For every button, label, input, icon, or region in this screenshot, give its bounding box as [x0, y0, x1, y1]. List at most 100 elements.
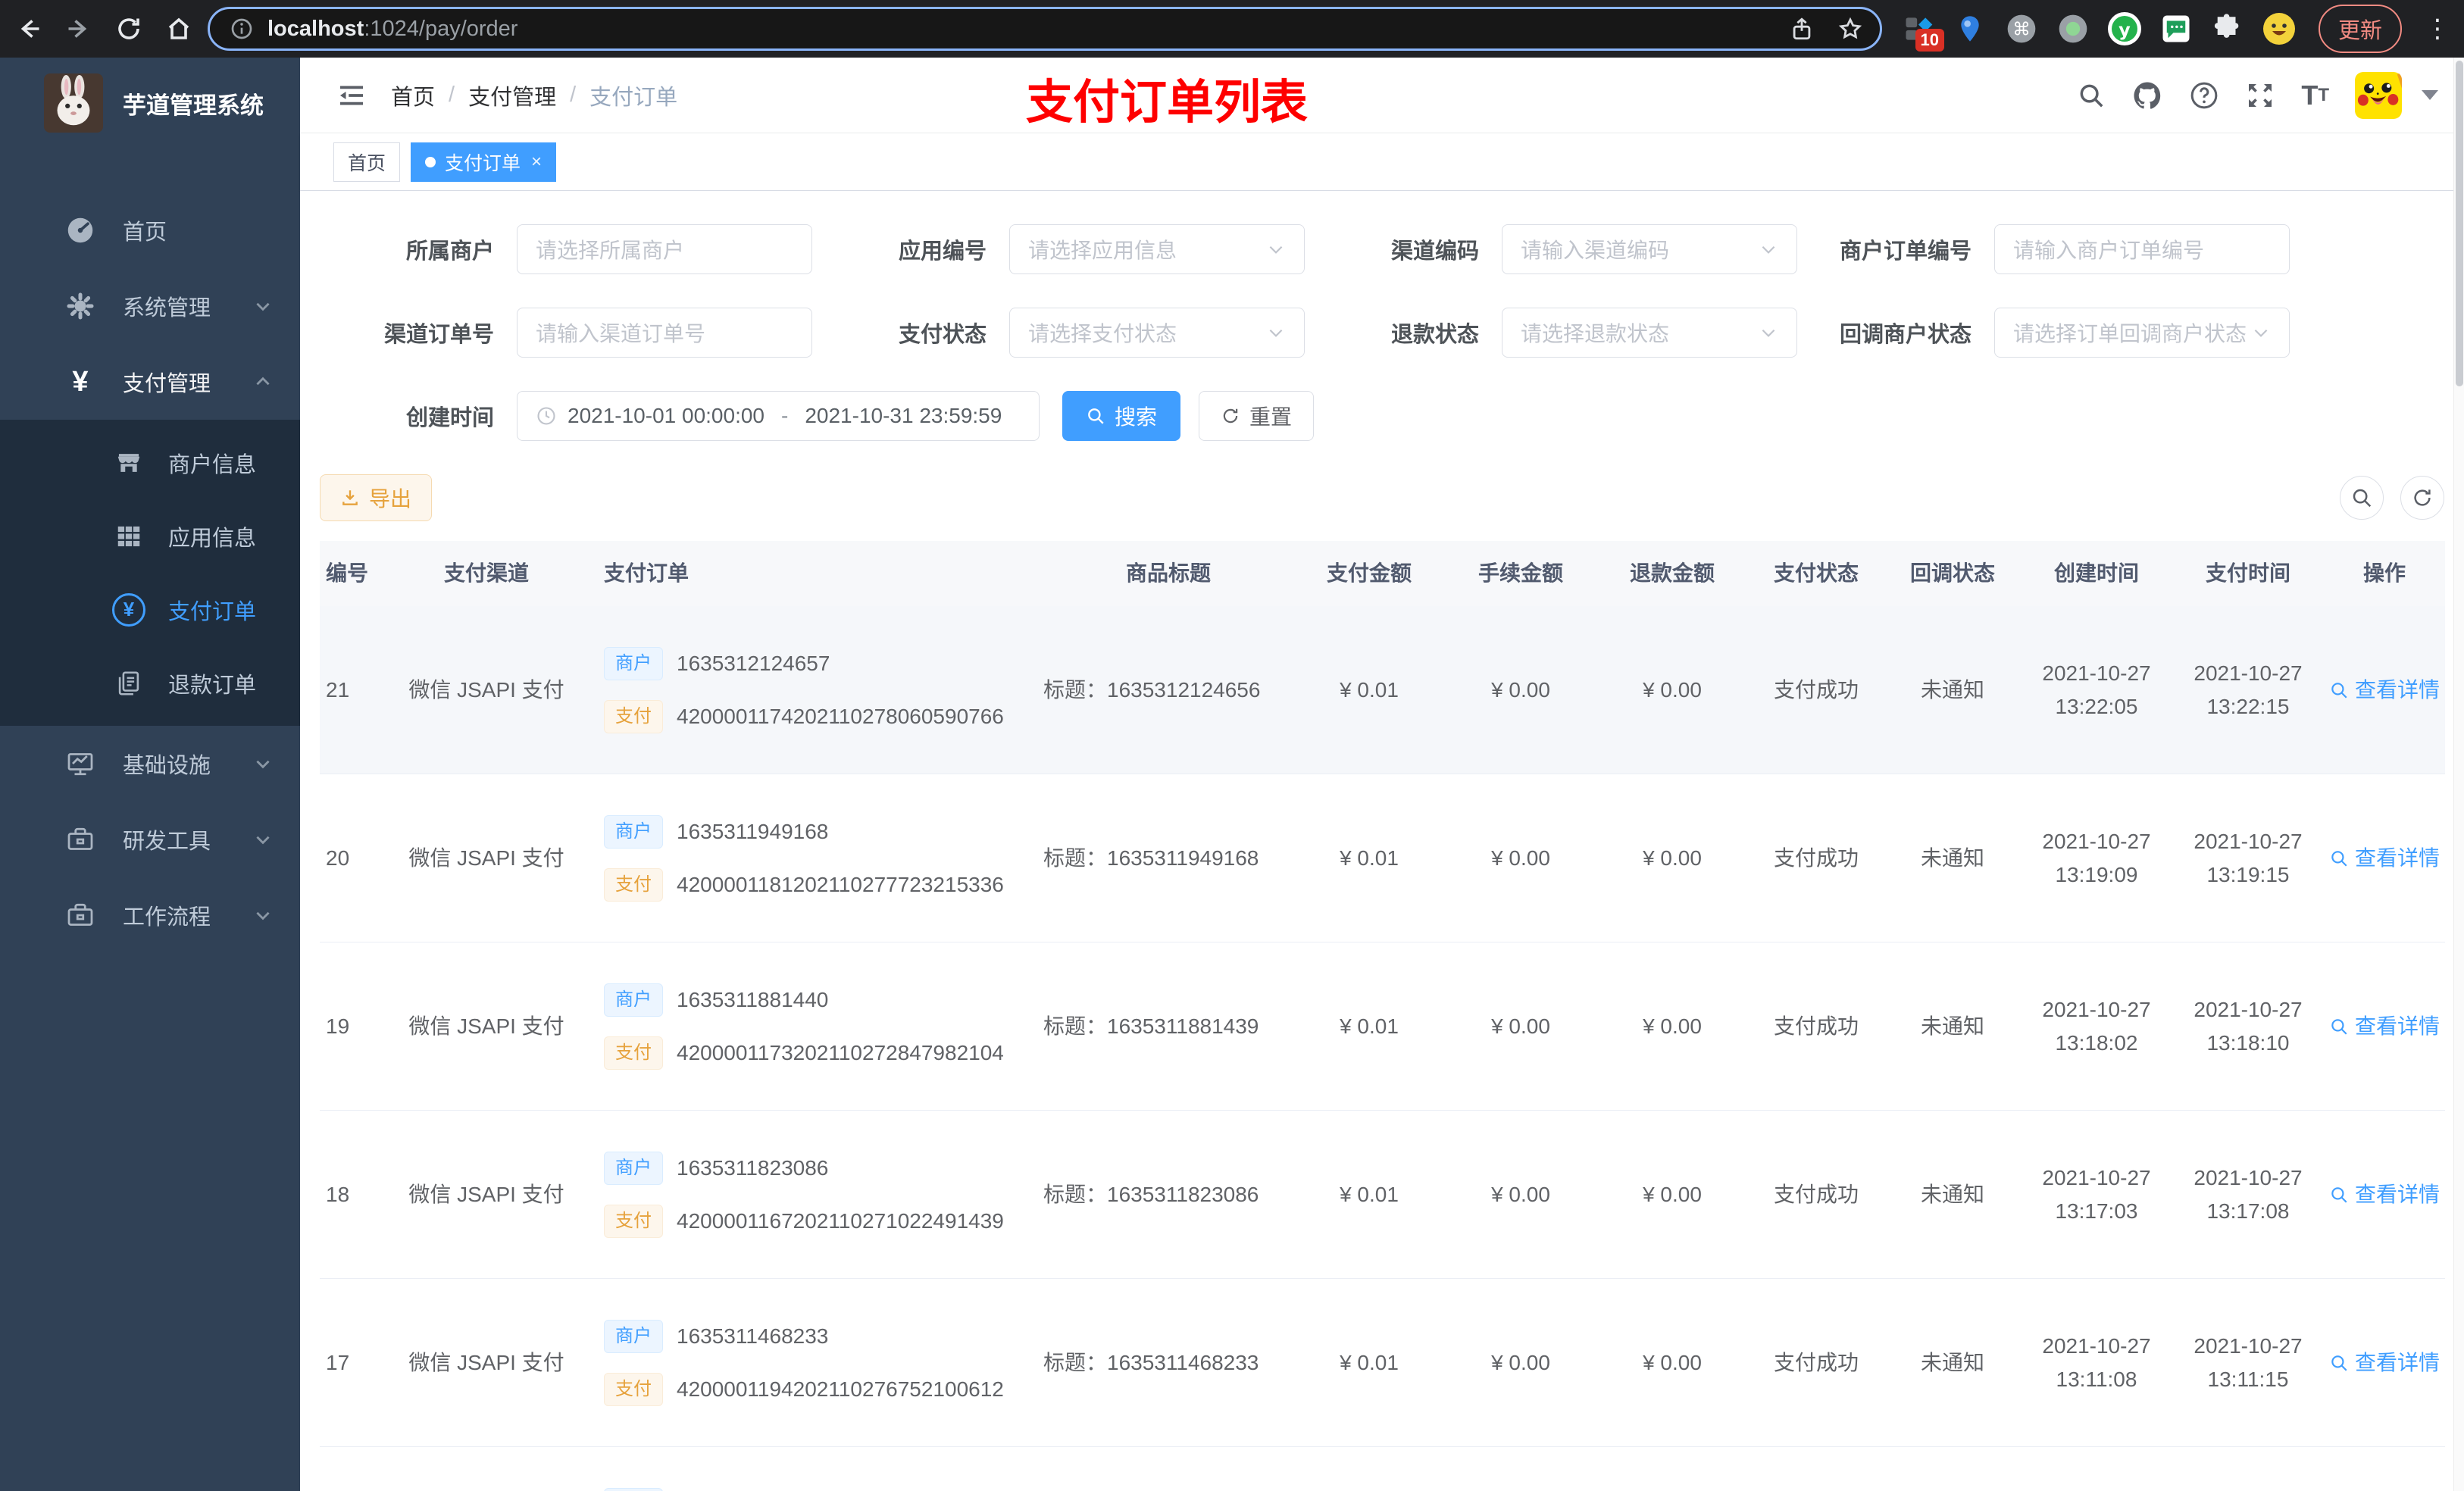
sidebar-item-home[interactable]: 首页 — [0, 192, 300, 268]
cell-pay-time: 2021-10-27 13:11:15 — [2194, 1333, 2303, 1391]
pay-tag: 支付 — [604, 1036, 663, 1070]
browser-forward-button[interactable] — [64, 14, 94, 44]
cell-create-time: 2021-10-27 13:11:08 — [2042, 1333, 2151, 1391]
cell-order-id: 17 — [326, 1350, 350, 1374]
table-row[interactable]: 商户1635311251796 支付 标题： 查看详情 — [320, 1447, 2445, 1491]
sidebar: 芋道管理系统 首页 系统管理 ¥ 支付管理 商户信息 应用信息 ¥ 支付订单 退… — [0, 58, 300, 1491]
sidebar-item-app-info[interactable]: 应用信息 — [0, 499, 300, 573]
cell-product-title: 标题： 1635312124656 — [1043, 677, 1261, 702]
extension-y-icon[interactable]: y — [2105, 9, 2144, 48]
sidebar-item-merchant-info[interactable]: 商户信息 — [0, 426, 300, 499]
refresh-table-button[interactable] — [2400, 476, 2444, 520]
extension-balloon-icon[interactable] — [1950, 9, 1990, 48]
refund-status-select[interactable]: 请选择退款状态 — [1502, 308, 1797, 358]
show-search-toggle-button[interactable] — [2340, 476, 2384, 520]
breadcrumb-home[interactable]: 首页 — [391, 80, 435, 111]
browser-reload-button[interactable] — [114, 14, 144, 44]
pay-status-select[interactable]: 请选择支付状态 — [1009, 308, 1305, 358]
channel-order-no-input[interactable]: 请输入渠道订单号 — [517, 308, 812, 358]
channel-code-select[interactable]: 请输入渠道编码 — [1502, 224, 1797, 274]
merchant-select[interactable]: 请选择所属商户 — [517, 224, 812, 274]
cell-pay-order: 商户 1635312124657 支付 4200001174202110278060… — [581, 646, 1036, 733]
table-row[interactable]: 20 微信 JSAPI 支付 商户 1635311949168 支付 4200001… — [320, 774, 2445, 942]
browser-menu-icon[interactable]: ⋮ — [2425, 16, 2450, 42]
chrome-update-button[interactable]: 更新 — [2318, 5, 2402, 53]
view-detail-link[interactable]: 查看详情 — [2329, 1178, 2440, 1211]
close-icon[interactable]: × — [531, 152, 542, 173]
pay-tag: 支付 — [604, 1372, 663, 1406]
export-button[interactable]: 导出 — [320, 474, 433, 521]
filter-label-channel-order-no: 渠道订单号 — [383, 323, 494, 347]
table-row[interactable]: 18 微信 JSAPI 支付 商户 1635311823086 支付 4200001… — [320, 1111, 2445, 1279]
sidebar-item-dev-tools[interactable]: 研发工具 — [0, 802, 300, 877]
create-time-range-picker[interactable]: 2021-10-01 00:00:00 - 2021-10-31 23:59:5… — [517, 391, 1040, 441]
app-select[interactable]: 请选择应用信息 — [1009, 224, 1305, 274]
sidebar-item-workflow[interactable]: 工作流程 — [0, 877, 300, 953]
tab-home[interactable]: 首页 — [333, 142, 401, 182]
github-icon[interactable] — [2131, 80, 2163, 111]
breadcrumb-payment[interactable]: 支付管理 — [468, 80, 556, 111]
cell-pay-status: 支付成功 — [1773, 1350, 1859, 1374]
sidebar-item-refund-order[interactable]: 退款订单 — [0, 646, 300, 720]
browser-home-button[interactable] — [164, 14, 194, 44]
profile-avatar-icon[interactable] — [2259, 9, 2299, 48]
table-row[interactable]: 17 微信 JSAPI 支付 商户 1635311468233 支付 4200001… — [320, 1279, 2445, 1447]
bookmark-star-icon[interactable] — [1837, 16, 1863, 42]
merchant-tag: 商户 — [604, 814, 663, 849]
logo-image — [44, 73, 103, 133]
extension-command-icon[interactable]: ⌘ — [2002, 9, 2041, 48]
merchant-tag: 商户 — [604, 983, 663, 1017]
url-host: localhost — [267, 16, 364, 41]
help-icon[interactable] — [2189, 80, 2219, 111]
cell-notify-status: 未通知 — [1920, 1182, 1984, 1206]
reset-button[interactable]: 重置 — [1199, 391, 1315, 441]
extensions-puzzle-icon[interactable] — [2208, 9, 2247, 48]
user-avatar[interactable] — [2355, 71, 2402, 119]
monitor-chart-icon — [64, 749, 97, 779]
share-icon[interactable] — [1789, 16, 1815, 42]
sidebar-item-system[interactable]: 系统管理 — [0, 268, 300, 344]
scrollbar-thumb[interactable] — [2455, 61, 2463, 386]
cell-pay-order: 商户 1635311468233 支付 4200001194202110276752… — [581, 1319, 1036, 1406]
sidebar-item-pay-order[interactable]: ¥ 支付订单 — [0, 573, 300, 646]
table-row[interactable]: 19 微信 JSAPI 支付 商户 1635311881440 支付 4200001… — [320, 942, 2445, 1111]
view-detail-link[interactable]: 查看详情 — [2329, 1010, 2440, 1043]
toolbox-icon — [64, 824, 97, 855]
extension-tabs-icon[interactable]: 10 — [1899, 9, 1944, 52]
view-detail-link[interactable]: 查看详情 — [2329, 674, 2440, 707]
fullscreen-icon[interactable] — [2245, 80, 2275, 111]
table-header: 编号 支付渠道 支付订单 商品标题 支付金额 手续金额 退款金额 支付状态 回调… — [320, 541, 2445, 606]
cell-pay-time: 2021-10-27 13:19:15 — [2194, 829, 2303, 886]
cell-order-id: 18 — [326, 1182, 350, 1206]
sidebar-item-infrastructure[interactable]: 基础设施 — [0, 726, 300, 802]
cell-order-id: 20 — [326, 846, 350, 870]
merchant-order-no-input[interactable]: 请输入商户订单编号 — [1994, 224, 2290, 274]
header-search-icon[interactable] — [2077, 81, 2106, 110]
date-start: 2021-10-01 00:00:00 — [568, 404, 765, 427]
channel-pay-no: 4200001174202110278060590766 — [677, 704, 1004, 728]
notify-status-select[interactable]: 请选择订单回调商户状态 — [1994, 308, 2290, 358]
browser-back-button[interactable] — [14, 14, 44, 44]
extension-chat-icon[interactable] — [2156, 9, 2196, 48]
view-detail-link[interactable]: 查看详情 — [2329, 842, 2440, 875]
shop-icon — [112, 449, 145, 477]
search-button[interactable]: 搜索 — [1062, 391, 1181, 441]
font-size-icon[interactable]: TT — [2301, 80, 2329, 111]
sidebar-collapse-icon[interactable] — [336, 80, 367, 111]
tab-pay-order[interactable]: 支付订单 × — [411, 142, 557, 182]
extension-green-dot-icon[interactable] — [2053, 9, 2093, 48]
sidebar-item-payment[interactable]: ¥ 支付管理 — [0, 344, 300, 420]
address-bar[interactable]: localhost:1024/pay/order — [208, 7, 1882, 51]
cell-create-time: 2021-10-27 13:17:03 — [2042, 1165, 2151, 1223]
avatar-caret-icon[interactable] — [2422, 90, 2438, 100]
view-detail-link[interactable]: 查看详情 — [2329, 1346, 2440, 1380]
cell-pay-amount: ¥ 0.01 — [1340, 677, 1399, 702]
cell-fee-amount: ¥ 0.00 — [1491, 1014, 1550, 1038]
app-logo[interactable]: 芋道管理系统 — [0, 58, 300, 148]
cell-pay-amount: ¥ 0.01 — [1340, 846, 1399, 870]
merchant-order-no: 1635311251796 — [677, 1488, 828, 1491]
table-row[interactable]: 21 微信 JSAPI 支付 商户 1635312124657 支付 4200001… — [320, 606, 2445, 774]
site-info-icon[interactable] — [227, 14, 257, 44]
page-scrollbar[interactable] — [2453, 58, 2464, 1491]
pay-tag: 支付 — [604, 867, 663, 902]
